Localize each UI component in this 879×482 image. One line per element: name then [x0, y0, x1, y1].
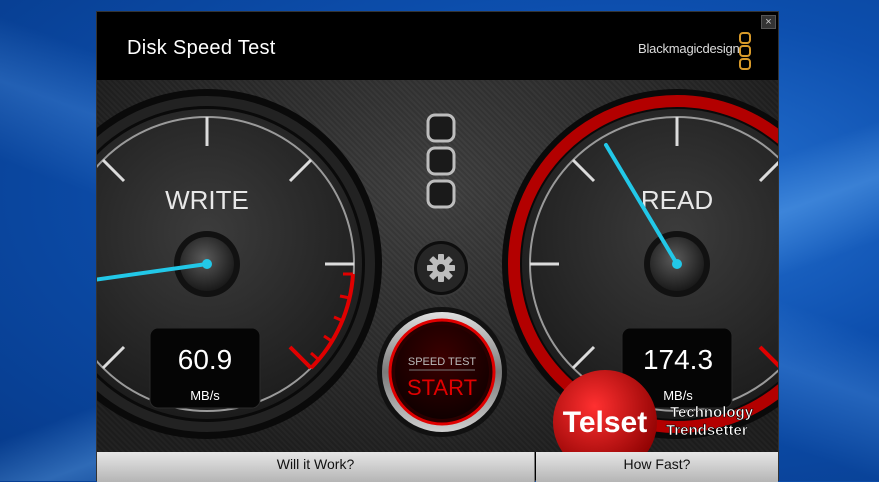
- write-speed-unit: MB/s: [190, 388, 220, 403]
- read-gauge-needle-cap: [672, 259, 682, 269]
- telset-tagline-2: Trendsetter: [666, 422, 748, 439]
- telset-badge-text: Telset: [563, 406, 647, 439]
- write-gauge-needle-cap: [202, 259, 212, 269]
- settings-button[interactable]: [412, 239, 470, 297]
- gauge-stage: WRITE 60.9 MB/s READ 174.3 MB/s SPEED TE…: [97, 89, 778, 474]
- start-button[interactable]: SPEED TEST START: [377, 307, 507, 437]
- write-gauge: WRITE 60.9 MB/s: [97, 89, 382, 439]
- read-speed-value: 174.3: [643, 344, 713, 375]
- write-gauge-label: WRITE: [165, 185, 249, 215]
- gear-icon: [427, 254, 455, 282]
- read-speed-unit: MB/s: [663, 388, 693, 403]
- center-logo-icon: [426, 113, 456, 209]
- telset-tagline-1: Technology: [670, 404, 754, 421]
- write-speed-value: 60.9: [178, 344, 233, 375]
- tab-will-it-work[interactable]: Will it Work?: [97, 452, 535, 482]
- tab-how-fast[interactable]: How Fast?: [536, 452, 778, 482]
- app-window: Disk Speed Test Blackmagicdesign × WRITE…: [96, 11, 779, 482]
- start-button-caption: SPEED TEST: [408, 356, 477, 368]
- start-button-label: START: [407, 375, 477, 400]
- read-gauge-label: READ: [641, 185, 713, 215]
